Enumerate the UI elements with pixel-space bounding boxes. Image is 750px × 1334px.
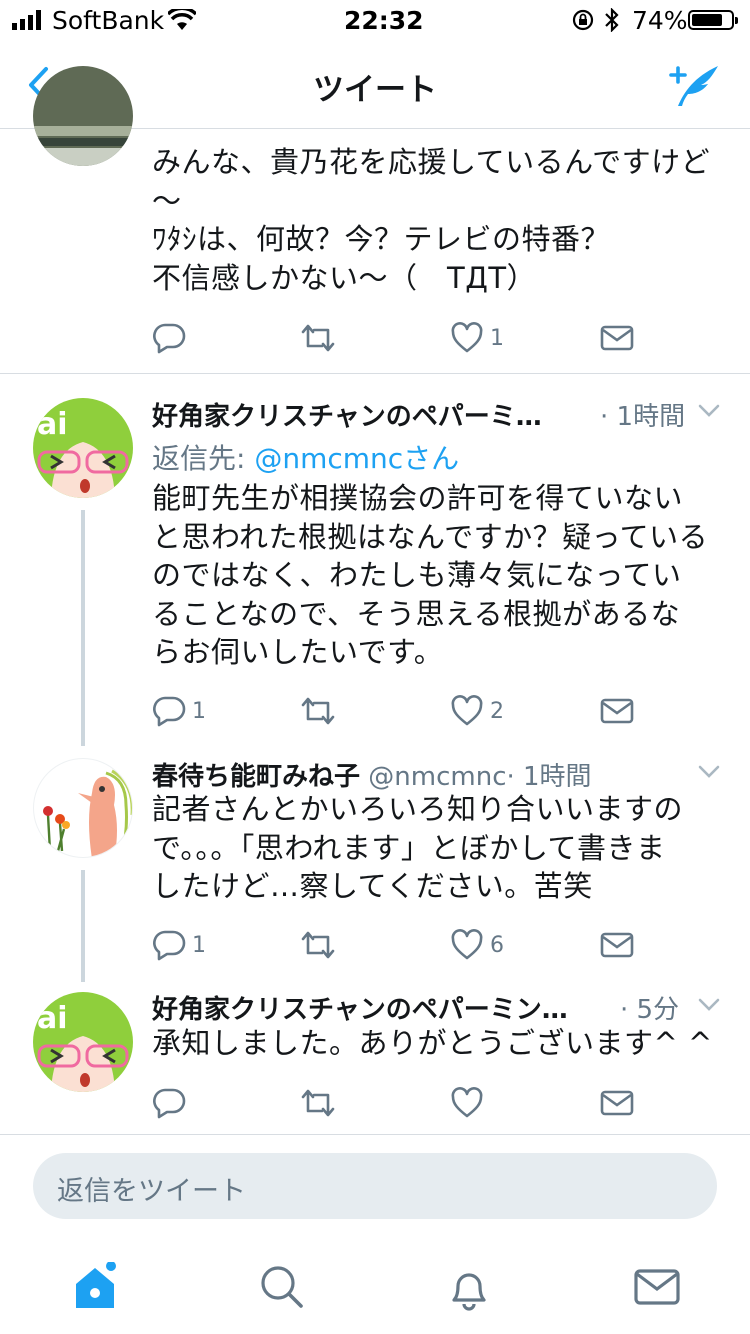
retweet-icon xyxy=(301,324,335,352)
envelope-icon xyxy=(600,1090,634,1116)
carrier-label: SoftBank xyxy=(52,6,165,35)
notifications-icon[interactable] xyxy=(444,1262,494,1312)
wifi-icon xyxy=(168,9,196,30)
timestamp: · 1時間 xyxy=(600,402,686,432)
tab-bar xyxy=(0,1240,750,1334)
search-icon[interactable] xyxy=(257,1262,307,1312)
reply-placeholder: 返信をツイート xyxy=(57,1176,246,1207)
retweet-button[interactable] xyxy=(300,691,336,731)
thread-line xyxy=(81,510,85,746)
retweet-button[interactable] xyxy=(300,925,336,965)
tweet-text: 記者さんとかいろいろ知り合いいますの で。。。「思われます」とぼかして書きま し… xyxy=(152,792,684,903)
like-button[interactable]: 1 xyxy=(450,318,504,358)
like-button[interactable]: 6 xyxy=(450,925,504,965)
signal-icon xyxy=(12,10,41,30)
envelope-icon xyxy=(600,932,634,958)
chevron-down-icon[interactable] xyxy=(698,765,720,779)
like-count: 2 xyxy=(490,698,504,724)
tweet-text: 能町先生が相撲協会の許可を得ていない と思われた根拠はなんですか？疑っている の… xyxy=(152,481,709,669)
like-button[interactable] xyxy=(450,1083,484,1123)
reply-button[interactable] xyxy=(152,1083,186,1123)
home-icon[interactable] xyxy=(70,1262,120,1312)
timestamp: · 5分 xyxy=(620,995,680,1025)
messages-icon[interactable] xyxy=(632,1262,682,1312)
envelope-icon xyxy=(600,698,634,724)
share-button[interactable] xyxy=(600,1083,634,1123)
thread-line xyxy=(81,870,85,982)
reply-to-user-link[interactable]: @nmcmncさん xyxy=(254,442,459,475)
reply-input[interactable]: 返信をツイート xyxy=(33,1153,717,1219)
reply-icon xyxy=(153,696,186,727)
like-button[interactable]: 2 xyxy=(450,691,504,731)
compose-tweet-icon[interactable] xyxy=(668,62,722,108)
retweet-icon xyxy=(301,1089,335,1117)
bluetooth-icon xyxy=(605,8,619,32)
status-bar: SoftBank 22:32 74% xyxy=(0,0,750,40)
avatar[interactable] xyxy=(33,66,133,166)
share-button[interactable] xyxy=(600,318,634,358)
tweet-actions xyxy=(152,1083,652,1123)
display-name[interactable]: 好角家クリスチャンのペパーミン… xyxy=(152,995,568,1025)
retweet-icon xyxy=(301,697,335,725)
heart-icon xyxy=(451,1087,483,1118)
tweet-actions: 1 xyxy=(152,318,652,358)
divider xyxy=(0,373,750,374)
avatar[interactable] xyxy=(33,758,133,858)
clock: 22:32 xyxy=(344,6,424,35)
divider xyxy=(0,1134,750,1135)
avatar-image: ai xyxy=(37,1001,129,1092)
like-count: 6 xyxy=(490,932,504,958)
reply-button[interactable] xyxy=(152,318,186,358)
heart-icon xyxy=(451,695,483,726)
retweet-button[interactable] xyxy=(300,1083,336,1123)
retweet-icon xyxy=(301,931,335,959)
tweet-actions: 1 6 xyxy=(152,925,652,965)
share-button[interactable] xyxy=(600,691,634,731)
share-button[interactable] xyxy=(600,925,634,965)
svg-text:ai: ai xyxy=(37,1001,68,1036)
heart-icon xyxy=(451,322,483,353)
avatar[interactable]: ai xyxy=(33,992,133,1092)
chevron-down-icon[interactable] xyxy=(698,404,720,418)
reply-to: 返信先: @nmcmncさん xyxy=(152,442,460,475)
display-name[interactable]: 春待ち能町みね子 xyxy=(152,762,360,792)
reply-icon xyxy=(153,1088,186,1119)
tweet-text: みんな、貴乃花を応援しているんですけど 〜 ﾜﾀｼは、何故？今？テレビの特番？ … xyxy=(152,145,711,295)
reply-button[interactable]: 1 xyxy=(152,691,206,731)
reply-icon xyxy=(153,930,186,961)
heart-icon xyxy=(451,929,483,960)
handle: @nmcmnc xyxy=(368,762,507,792)
reply-count: 1 xyxy=(192,698,206,724)
reply-icon xyxy=(153,323,186,354)
envelope-icon xyxy=(600,325,634,351)
rotation-lock-icon xyxy=(572,9,594,31)
tweet-text: 承知しました。ありがとうございます^ ^ xyxy=(152,1026,713,1060)
like-count: 1 xyxy=(490,325,504,351)
retweet-button[interactable] xyxy=(300,318,336,358)
reply-button[interactable]: 1 xyxy=(152,925,206,965)
battery-percent: 74% xyxy=(632,6,688,35)
reply-count: 1 xyxy=(192,932,206,958)
avatar-image: ai xyxy=(37,407,129,498)
avatar-image xyxy=(43,769,132,857)
tweet-actions: 1 2 xyxy=(152,691,652,731)
avatar[interactable]: ai xyxy=(33,398,133,498)
timestamp: · 1時間 xyxy=(506,762,592,792)
display-name[interactable]: 好角家クリスチャンのペパーミ… xyxy=(152,402,542,432)
chevron-down-icon[interactable] xyxy=(698,998,720,1012)
battery-icon xyxy=(688,10,738,30)
svg-text:ai: ai xyxy=(37,407,68,442)
